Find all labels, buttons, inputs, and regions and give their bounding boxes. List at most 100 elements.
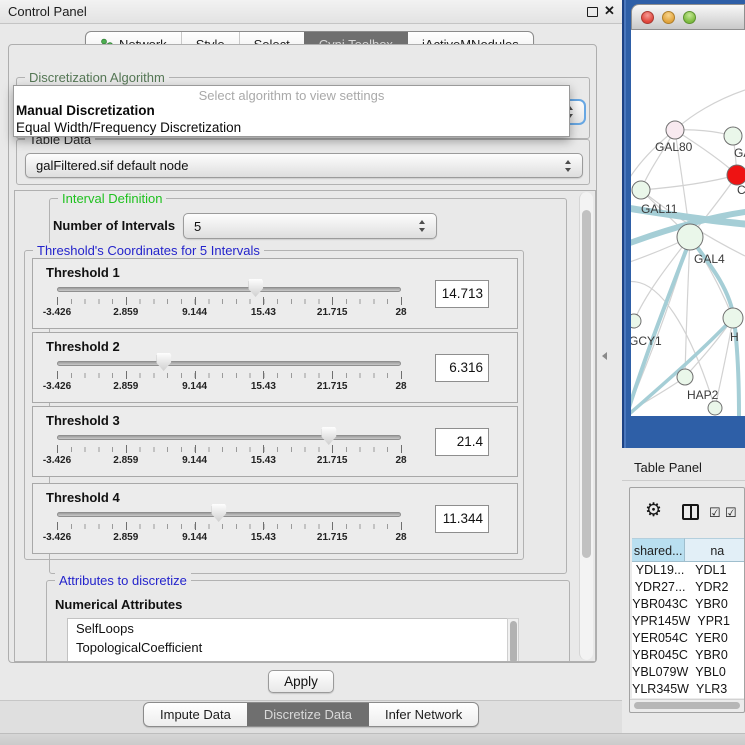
checkbox-icon[interactable]: ☑ xyxy=(725,505,737,521)
close-traffic-light-icon[interactable] xyxy=(641,11,654,24)
table-toolbar: ⚙ ☑ ☑ xyxy=(630,488,745,538)
close-icon[interactable]: ✕ xyxy=(604,3,615,19)
slider-thumb[interactable] xyxy=(156,353,171,371)
minimize-traffic-light-icon[interactable] xyxy=(662,11,675,24)
tick-label: -3.426 xyxy=(43,455,71,466)
table-cell[interactable]: YDL19... xyxy=(632,562,688,579)
node-label-partial-c: C xyxy=(737,183,745,197)
checkbox-icon[interactable]: ☑ xyxy=(709,505,721,521)
tick-label: 21.715 xyxy=(317,307,348,318)
tick-label: 15.43 xyxy=(251,307,276,318)
table-row[interactable]: YBL079WYBL0 xyxy=(632,664,745,681)
numerical-attributes-list: SelfLoopsTopologicalCoefficientBetweenne… xyxy=(67,618,519,662)
table-horizontal-scrollbar[interactable] xyxy=(630,699,745,710)
table-cell[interactable]: YDR27... xyxy=(632,579,688,596)
discretization-algorithm-group-title: Discretization Algorithm xyxy=(25,70,169,85)
table-cell[interactable]: YLR3 xyxy=(689,681,745,698)
gear-icon[interactable]: ⚙ xyxy=(645,501,662,520)
slider-thumb[interactable] xyxy=(248,279,263,297)
tab-discretize-data[interactable]: Discretize Data xyxy=(247,703,368,726)
attribute-item[interactable]: SelfLoops xyxy=(68,619,518,638)
tick-label: 2.859 xyxy=(113,307,138,318)
window-bottom-band xyxy=(0,733,745,745)
node-attribute-table: shared... na YDL19...YDL1YDR27...YDR2YBR… xyxy=(632,538,745,698)
split-columns-icon[interactable] xyxy=(682,504,699,520)
tick-label: 28 xyxy=(395,381,406,392)
splitter-collapse-arrow[interactable] xyxy=(602,352,607,360)
table-row[interactable]: YLR345WYLR3 xyxy=(632,681,745,698)
slider-ticks xyxy=(57,447,401,452)
major-tick xyxy=(332,371,333,379)
network-window-titlebar[interactable] xyxy=(631,4,745,30)
number-of-intervals-value: 5 xyxy=(194,219,201,234)
algorithm-dropdown-popup: Select algorithm to view settings Manual… xyxy=(13,85,570,137)
zoom-traffic-light-icon[interactable] xyxy=(683,11,696,24)
table-data-combobox[interactable]: galFiltered.sif default node xyxy=(25,153,583,178)
node-partial-h xyxy=(723,308,743,328)
table-cell[interactable]: YBR043C xyxy=(632,596,688,613)
slider-track[interactable] xyxy=(57,287,401,292)
table-cell[interactable]: YER054C xyxy=(632,630,688,647)
tick-label: 15.43 xyxy=(251,455,276,466)
table-row[interactable]: YBR043CYBR0 xyxy=(632,596,745,613)
table-cell[interactable]: YDR2 xyxy=(688,579,745,596)
column-header-shared[interactable]: shared... xyxy=(632,538,685,562)
table-cell[interactable]: YBR0 xyxy=(688,596,745,613)
major-tick xyxy=(195,445,196,453)
attributes-scrollbar[interactable] xyxy=(507,618,519,662)
numerical-attributes-heading: Numerical Attributes xyxy=(55,597,182,612)
apply-button[interactable]: Apply xyxy=(268,670,334,693)
table-panel: ⚙ ☑ ☑ shared... na YDL19...YDL1YDR27...Y… xyxy=(629,487,745,713)
table-cell[interactable]: YPR1 xyxy=(690,613,745,630)
table-row[interactable]: YBR045CYBR0 xyxy=(632,647,745,664)
number-of-intervals-combobox[interactable]: 5 xyxy=(183,213,437,239)
threshold-2-value-field[interactable]: 6.316 xyxy=(435,354,489,382)
popup-option-equal-width-frequency[interactable]: Equal Width/Frequency Discretization xyxy=(16,120,241,135)
table-cell[interactable]: YDL1 xyxy=(688,562,745,579)
slider-thumb[interactable] xyxy=(321,427,336,445)
attribute-item[interactable]: BetweennessCentrality xyxy=(68,657,518,662)
threshold-4-panel: Threshold 4 -3.4262.8599.14415.4321.7152… xyxy=(32,483,518,554)
table-panel-title: Table Panel xyxy=(634,460,702,475)
node-red xyxy=(727,165,745,185)
scrollbar-thumb[interactable] xyxy=(510,621,517,662)
table-cell[interactable]: YER0 xyxy=(688,630,745,647)
table-cell[interactable]: YBR045C xyxy=(632,647,688,664)
float-window-icon[interactable] xyxy=(587,7,598,17)
control-panel-titlebar: Control Panel ✕ xyxy=(0,0,622,24)
popup-option-manual-discretization[interactable]: Manual Discretization xyxy=(16,103,155,118)
table-row[interactable]: YPR145WYPR1 xyxy=(632,613,745,630)
scrollbar-thumb[interactable] xyxy=(582,210,591,558)
slider-track[interactable] xyxy=(57,512,401,517)
node-partial-ga xyxy=(724,127,742,145)
screenshot-root: Control Panel ✕ Network Style Select Cyn… xyxy=(0,0,745,745)
table-row[interactable]: YER054CYER0 xyxy=(632,630,745,647)
table-cell[interactable]: YBR0 xyxy=(688,647,745,664)
threshold-3-value-field[interactable]: 21.4 xyxy=(435,428,489,456)
major-tick xyxy=(195,371,196,379)
table-cell[interactable]: YBL0 xyxy=(688,664,745,681)
number-of-intervals-label: Number of Intervals xyxy=(53,218,175,233)
threshold-1-value-field[interactable]: 14.713 xyxy=(435,280,489,308)
threshold-4-value-field[interactable]: 11.344 xyxy=(435,505,489,533)
network-view[interactable]: GAL80 GA C GAL11 GAL4 GCY1 H HAP2 xyxy=(631,30,745,416)
settings-vertical-scrollbar[interactable] xyxy=(579,192,593,660)
column-header-name[interactable]: na xyxy=(685,538,745,562)
table-row[interactable]: YDR27...YDR2 xyxy=(632,579,745,596)
slider-track[interactable] xyxy=(57,361,401,366)
attribute-item[interactable]: TopologicalCoefficient xyxy=(68,638,518,657)
tab-impute-data[interactable]: Impute Data xyxy=(144,703,247,726)
slider-thumb[interactable] xyxy=(211,504,226,522)
tick-label: 2.859 xyxy=(113,455,138,466)
tab-infer-network[interactable]: Infer Network xyxy=(368,703,478,726)
combo-stepper-icon xyxy=(418,219,427,233)
table-cell[interactable]: YLR345W xyxy=(632,681,689,698)
table-cell[interactable]: YPR145W xyxy=(632,613,690,630)
major-tick xyxy=(401,371,402,379)
slider-track[interactable] xyxy=(57,435,401,440)
node-label-partial-h: H xyxy=(730,330,739,344)
scrollbar-thumb[interactable] xyxy=(634,702,740,709)
table-cell[interactable]: YBL079W xyxy=(632,664,688,681)
table-row[interactable]: YDL19...YDL1 xyxy=(632,562,745,579)
thresholds-group-title: Threshold's Coordinates for 5 Intervals xyxy=(33,243,264,258)
